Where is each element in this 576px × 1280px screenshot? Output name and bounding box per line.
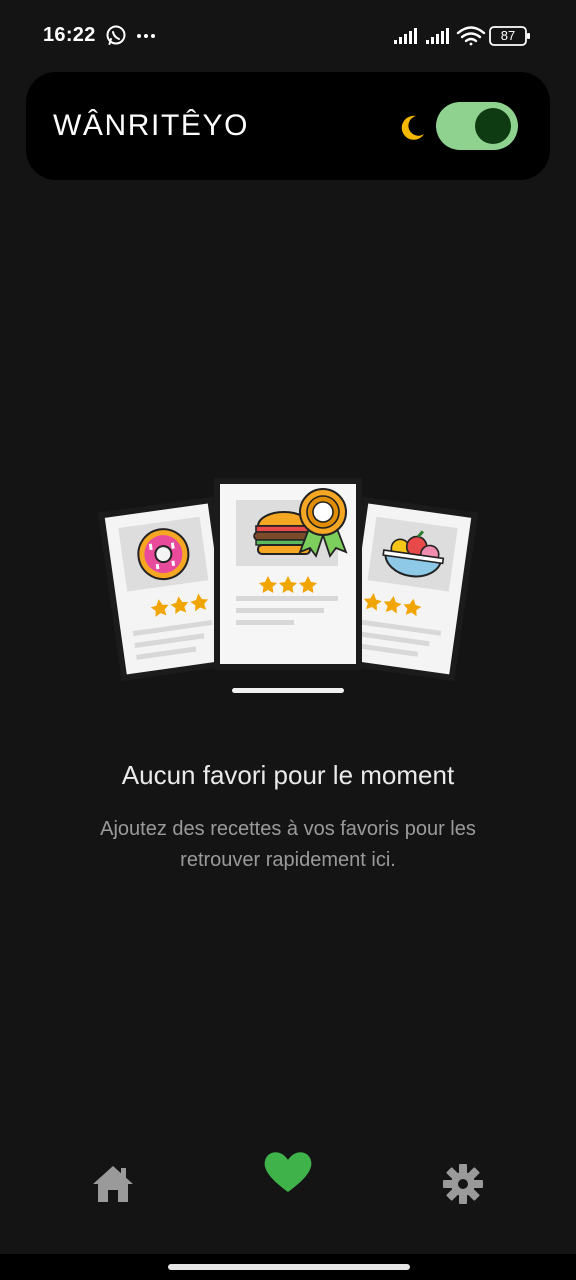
- app-title: WÂNRITÊYO: [53, 109, 250, 142]
- gesture-pill[interactable]: [168, 1264, 410, 1270]
- status-left-icons: [106, 24, 166, 53]
- moon-icon: [401, 115, 424, 140]
- gesture-bar: [0, 1254, 576, 1280]
- nav-settings-button[interactable]: [433, 1154, 493, 1214]
- nav-favorites-button[interactable]: [258, 1142, 318, 1202]
- home-icon: [93, 1166, 133, 1202]
- empty-state-subtitle: Ajoutez des recettes à vos favoris pour …: [100, 818, 476, 871]
- illustration-shadow-line: [232, 688, 344, 693]
- burger-award-card: [214, 478, 362, 670]
- empty-state-title: Aucun favori pour le moment: [121, 760, 455, 790]
- gear-icon: [443, 1164, 483, 1204]
- toggle-knob: [475, 108, 511, 144]
- empty-favorites-illustration: [97, 478, 479, 693]
- heart-icon: [264, 1152, 312, 1192]
- more-dots-icon: [137, 34, 155, 38]
- dark-mode-toggle[interactable]: [436, 102, 518, 150]
- signal-icon: [394, 28, 417, 44]
- wifi-icon: [456, 26, 486, 46]
- whatsapp-icon: [106, 25, 126, 45]
- signal-icon: [426, 28, 449, 44]
- status-bar: 16:22 87: [0, 0, 576, 72]
- app-header: WÂNRITÊYO: [26, 72, 550, 180]
- nav-home-button[interactable]: [83, 1154, 143, 1214]
- bottom-navigation: [0, 1140, 576, 1240]
- status-right-icons: 87: [394, 24, 534, 48]
- status-time: 16:22: [43, 24, 96, 46]
- battery-level: 87: [500, 28, 516, 43]
